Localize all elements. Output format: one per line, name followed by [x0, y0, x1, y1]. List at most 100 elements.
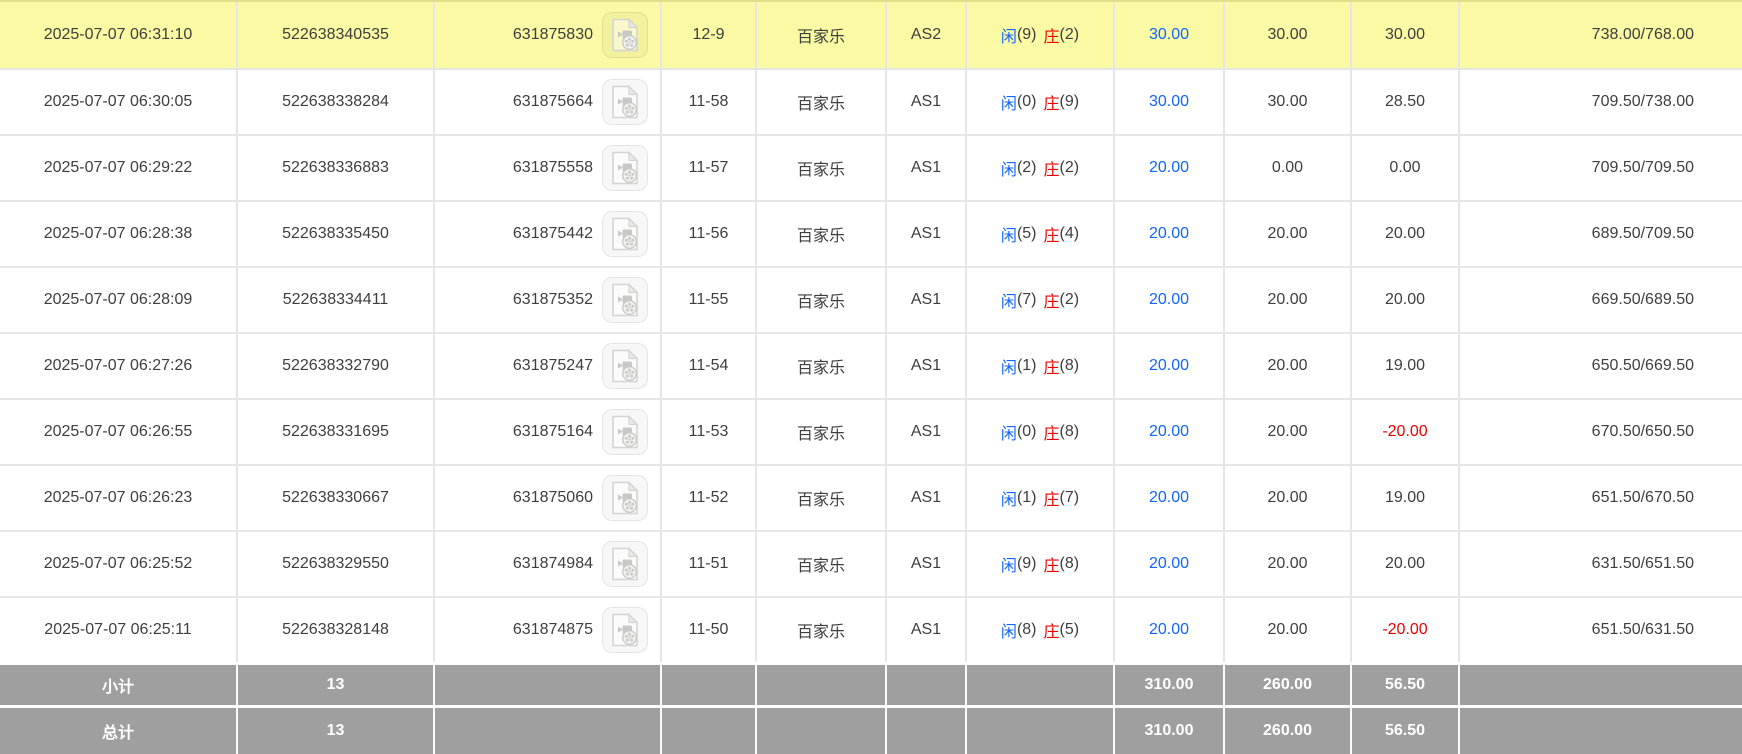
video-button[interactable] [602, 607, 648, 653]
video-button[interactable] [602, 475, 648, 521]
summary-empty-cell [757, 665, 887, 705]
round-cell: 11-50 [662, 598, 757, 662]
order-number-cell: 522638340535 [238, 2, 435, 68]
player-score: (0) [1017, 93, 1037, 111]
round-cell: 11-54 [662, 334, 757, 398]
balance-cell: 651.50/670.50 [1460, 466, 1742, 530]
balance-cell: 650.50/669.50 [1460, 334, 1742, 398]
game-number-cell: 631874875 [435, 598, 662, 662]
round-cell: 11-51 [662, 532, 757, 596]
bet-amount-cell: 20.00 [1115, 268, 1225, 332]
video-button[interactable] [602, 343, 648, 389]
video-button[interactable] [602, 409, 648, 455]
order-number-cell: 522638331695 [238, 400, 435, 464]
player-label: 闲 [1001, 156, 1017, 180]
banker-score: (2) [1060, 291, 1080, 309]
game-type-cell: 百家乐 [757, 334, 887, 398]
round-cell: 11-56 [662, 202, 757, 266]
win-loss-cell: -20.00 [1352, 400, 1460, 464]
banker-label: 庄 [1044, 420, 1060, 444]
summary-empty-cell [435, 708, 662, 754]
video-button[interactable] [602, 277, 648, 323]
player-score: (9) [1017, 555, 1037, 573]
result-cell: 闲(8)庄(5) [967, 598, 1115, 662]
valid-amount-cell: 30.00 [1225, 2, 1352, 68]
table-row[interactable]: 2025-07-07 06:28:38 522638335450 6318754… [0, 200, 1742, 266]
table-row[interactable]: 2025-07-07 06:29:22 522638336883 6318755… [0, 134, 1742, 200]
bet-time-cell: 2025-07-07 06:25:11 [0, 598, 238, 662]
player-label: 闲 [1001, 23, 1017, 47]
bet-amount-cell: 20.00 [1115, 598, 1225, 662]
summary-empty-cell [662, 665, 757, 705]
table-name-cell: AS1 [887, 70, 967, 134]
banker-score: (9) [1060, 93, 1080, 111]
table-row[interactable]: 2025-07-07 06:26:23 522638330667 6318750… [0, 464, 1742, 530]
summary-bet-total-cell: 310.00 [1115, 708, 1225, 754]
game-number-cell: 631875060 [435, 466, 662, 530]
balance-cell: 631.50/651.50 [1460, 532, 1742, 596]
valid-amount-cell: 20.00 [1225, 400, 1352, 464]
game-type-cell: 百家乐 [757, 202, 887, 266]
banker-label: 庄 [1044, 90, 1060, 114]
table-row[interactable]: 2025-07-07 06:26:55 522638331695 6318751… [0, 398, 1742, 464]
table-row[interactable]: 2025-07-07 06:31:10 522638340535 6318758… [0, 0, 1742, 68]
bet-records-table: 2025-07-07 06:31:10 522638340535 6318758… [0, 0, 1742, 754]
game-number: 631874875 [513, 621, 593, 639]
bet-time-cell: 2025-07-07 06:29:22 [0, 136, 238, 200]
summary-empty-cell [1460, 708, 1742, 754]
balance-cell: 709.50/709.50 [1460, 136, 1742, 200]
banker-score: (7) [1060, 489, 1080, 507]
banker-score: (8) [1060, 423, 1080, 441]
valid-amount-cell: 30.00 [1225, 70, 1352, 134]
player-label: 闲 [1001, 354, 1017, 378]
player-label: 闲 [1001, 486, 1017, 510]
player-score: (7) [1017, 291, 1037, 309]
player-score: (2) [1017, 159, 1037, 177]
video-file-icon [609, 349, 641, 383]
win-loss-cell: 20.00 [1352, 202, 1460, 266]
bet-time-cell: 2025-07-07 06:28:09 [0, 268, 238, 332]
video-file-icon [609, 18, 641, 52]
bet-time-cell: 2025-07-07 06:25:52 [0, 532, 238, 596]
player-score: (5) [1017, 225, 1037, 243]
game-number: 631875830 [513, 26, 593, 44]
table-row[interactable]: 2025-07-07 06:25:52 522638329550 6318749… [0, 530, 1742, 596]
valid-amount-cell: 20.00 [1225, 268, 1352, 332]
table-name-cell: AS1 [887, 268, 967, 332]
game-type-cell: 百家乐 [757, 598, 887, 662]
result-cell: 闲(1)庄(8) [967, 334, 1115, 398]
summary-empty-cell [435, 665, 662, 705]
table-row[interactable]: 2025-07-07 06:25:11 522638328148 6318748… [0, 596, 1742, 662]
video-button[interactable] [602, 79, 648, 125]
bet-time-cell: 2025-07-07 06:26:23 [0, 466, 238, 530]
game-number: 631875164 [513, 423, 593, 441]
video-file-icon [609, 481, 641, 515]
summary-empty-cell [757, 708, 887, 754]
bet-time-cell: 2025-07-07 06:30:05 [0, 70, 238, 134]
table-name-cell: AS1 [887, 334, 967, 398]
result-cell: 闲(1)庄(7) [967, 466, 1115, 530]
table-name-cell: AS1 [887, 466, 967, 530]
video-button[interactable] [602, 12, 648, 58]
video-button[interactable] [602, 541, 648, 587]
video-button[interactable] [602, 211, 648, 257]
summary-winloss-total-cell: 56.50 [1352, 665, 1460, 705]
round-cell: 11-57 [662, 136, 757, 200]
game-type-cell: 百家乐 [757, 466, 887, 530]
table-row[interactable]: 2025-07-07 06:30:05 522638338284 6318756… [0, 68, 1742, 134]
table-name-cell: AS1 [887, 202, 967, 266]
game-number: 631875352 [513, 291, 593, 309]
game-number: 631875558 [513, 159, 593, 177]
summary-count-cell: 13 [238, 665, 435, 705]
result-cell: 闲(2)庄(2) [967, 136, 1115, 200]
table-row[interactable]: 2025-07-07 06:27:26 522638332790 6318752… [0, 332, 1742, 398]
summary-label-cell: 总计 [0, 708, 238, 754]
table-name-cell: AS2 [887, 2, 967, 68]
banker-label: 庄 [1044, 23, 1060, 47]
video-button[interactable] [602, 145, 648, 191]
game-type-cell: 百家乐 [757, 268, 887, 332]
table-row[interactable]: 2025-07-07 06:28:09 522638334411 6318753… [0, 266, 1742, 332]
summary-valid-total-cell: 260.00 [1225, 665, 1352, 705]
round-cell: 12-9 [662, 2, 757, 68]
balance-cell: 738.00/768.00 [1460, 2, 1742, 68]
